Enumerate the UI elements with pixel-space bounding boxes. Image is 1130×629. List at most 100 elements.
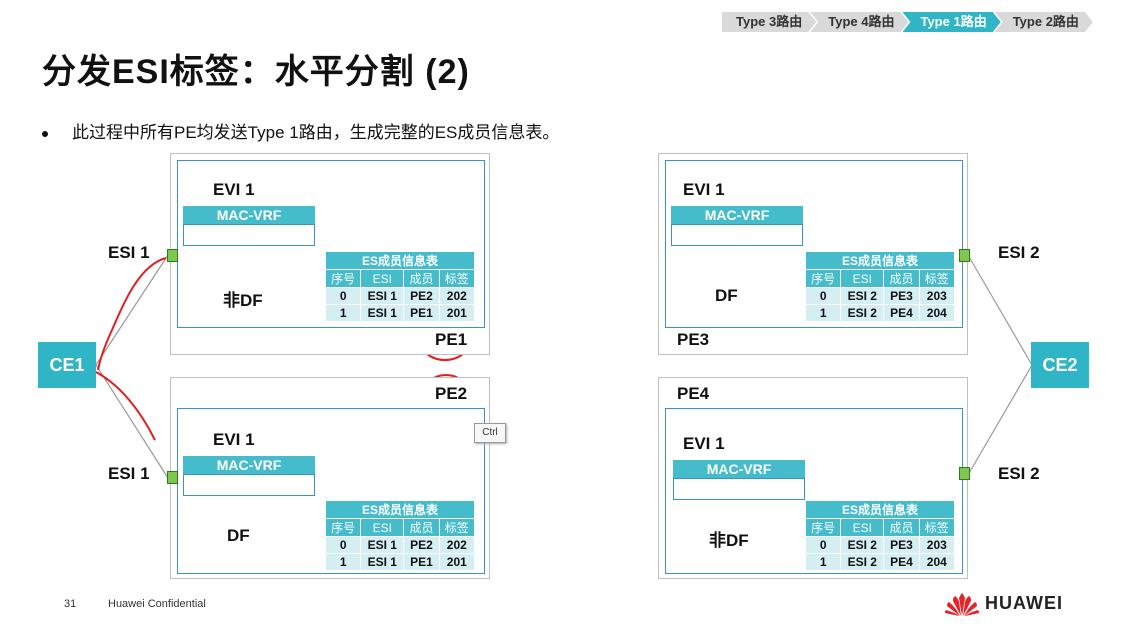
table-row: 1 ESI 2 PE4 204 (804, 304, 956, 322)
pe4-th-esi: ESI (840, 518, 885, 537)
pe1-th-label: 标签 (438, 269, 476, 288)
pe4-role: 非DF (709, 531, 749, 550)
table-cell: ESI 2 (840, 536, 885, 554)
pe4-mac-vrf-header: MAC-VRF (673, 460, 805, 478)
table-cell: ESI 2 (840, 304, 885, 322)
table-row: 0 ESI 1 PE2 202 (324, 287, 476, 305)
pe1-role: 非DF (223, 291, 263, 310)
pe2-th-member: 成员 (403, 518, 440, 537)
link-ce1-pe2 (95, 364, 169, 479)
pe2-name: PE2 (435, 384, 468, 403)
table-row: 0 ESI 2 PE3 203 (804, 536, 956, 554)
table-cell: 1 (804, 553, 842, 571)
pe1-th-index: 序号 (324, 269, 362, 288)
ce2-node: CE2 (1031, 342, 1089, 388)
pe2-mac-vrf-body (183, 474, 315, 496)
pe3-name: PE3 (677, 330, 710, 349)
table-cell: 0 (324, 536, 362, 554)
pe3-mac-vrf-body (671, 224, 803, 246)
brand-name: HUAWEI (985, 593, 1063, 613)
ctrl-tooltip: Ctrl (474, 423, 506, 443)
table-cell: PE3 (883, 287, 920, 305)
pe4-box: PE4 EVI 1 MAC-VRF 非DF ES成员信息表 序号 ESI 成员 … (658, 377, 968, 579)
table-row: 1 ESI 2 PE4 204 (804, 553, 956, 571)
pe4-name: PE4 (677, 384, 710, 403)
pe4-port-icon (959, 467, 970, 480)
table-cell: 201 (438, 553, 476, 571)
pe3-th-esi: ESI (840, 269, 885, 288)
pe1-th-member: 成员 (403, 269, 440, 288)
table-cell: ESI 1 (360, 553, 405, 571)
table-cell: 1 (804, 304, 842, 322)
pe2-table-title: ES成员信息表 (325, 500, 475, 519)
table-row: 1 ESI 1 PE1 201 (324, 553, 476, 571)
pe4-th-label: 标签 (918, 518, 956, 537)
table-cell: 201 (438, 304, 476, 322)
table-cell: 0 (804, 536, 842, 554)
table-cell: 202 (438, 287, 476, 305)
pe3-mac-vrf-header: MAC-VRF (671, 206, 803, 224)
esi-label-left-bottom: ESI 1 (108, 464, 150, 483)
pe3-th-index: 序号 (804, 269, 842, 288)
pe2-th-index: 序号 (324, 518, 362, 537)
pe1-th-esi: ESI (360, 269, 405, 288)
pe4-es-table: ES成员信息表 序号 ESI 成员 标签 0 ESI 2 PE3 203 1 E… (804, 500, 956, 571)
table-cell: ESI 1 (360, 287, 405, 305)
pe3-table-title: ES成员信息表 (805, 251, 955, 270)
pe2-box: PE2 EVI 1 MAC-VRF DF ES成员信息表 序号 ESI 成员 标… (170, 377, 490, 579)
pe1-mac-vrf-body (183, 224, 315, 246)
table-row: 0 ESI 1 PE2 202 (324, 536, 476, 554)
pe3-es-table: ES成员信息表 序号 ESI 成员 标签 0 ESI 2 PE3 203 1 E… (804, 251, 956, 322)
table-cell: PE4 (883, 304, 920, 322)
pe1-box: EVI 1 MAC-VRF 非DF ES成员信息表 序号 ESI 成员 标签 0… (170, 153, 490, 355)
table-cell: 203 (918, 287, 956, 305)
table-cell: 1 (324, 304, 362, 322)
pe3-mac-vrf: MAC-VRF (671, 206, 803, 246)
table-row: 1 ESI 1 PE1 201 (324, 304, 476, 322)
page-number: 31 (64, 598, 77, 610)
table-cell: 0 (324, 287, 362, 305)
pe2-port-icon (167, 471, 178, 484)
ce1-node: CE1 (38, 342, 96, 388)
pe3-box: EVI 1 MAC-VRF DF ES成员信息表 序号 ESI 成员 标签 0 … (658, 153, 968, 355)
pe3-th-label: 标签 (918, 269, 956, 288)
table-cell: 202 (438, 536, 476, 554)
pe2-role: DF (227, 526, 250, 545)
pe1-evi-label: EVI 1 (213, 180, 255, 199)
pe2-evi-label: EVI 1 (213, 430, 255, 449)
pe4-th-index: 序号 (804, 518, 842, 537)
table-cell: PE2 (403, 536, 440, 554)
table-cell: PE4 (883, 553, 920, 571)
esi-label-right-bottom: ESI 2 (998, 464, 1040, 483)
table-cell: ESI 1 (360, 536, 405, 554)
table-cell: 204 (918, 553, 956, 571)
pe1-es-table: ES成员信息表 序号 ESI 成员 标签 0 ESI 1 PE2 202 1 E… (324, 251, 476, 322)
pe4-table-title: ES成员信息表 (805, 500, 955, 519)
pe2-mac-vrf-header: MAC-VRF (183, 456, 315, 474)
pe1-name: PE1 (435, 330, 468, 349)
table-cell: 1 (324, 553, 362, 571)
link-ce1-pe1 (95, 254, 169, 366)
pe2-th-label: 标签 (438, 518, 476, 537)
pe2-es-table: ES成员信息表 序号 ESI 成员 标签 0 ESI 1 PE2 202 1 E… (324, 500, 476, 571)
pe2-th-esi: ESI (360, 518, 405, 537)
pe4-evi-label: EVI 1 (683, 434, 725, 453)
pe1-port-icon (167, 249, 178, 262)
pe2-mac-vrf: MAC-VRF (183, 456, 315, 496)
pe1-mac-vrf-header: MAC-VRF (183, 206, 315, 224)
annotation-stroke-lower (95, 371, 156, 441)
annotation-stroke-upper (97, 257, 167, 371)
pe1-table-title: ES成员信息表 (325, 251, 475, 270)
table-cell: ESI 2 (840, 553, 885, 571)
link-pe3-ce2 (967, 254, 1033, 366)
pe4-mac-vrf-body (673, 478, 805, 500)
confidential-label: Huawei Confidential (108, 598, 206, 610)
pe4-mac-vrf: MAC-VRF (673, 460, 805, 500)
huawei-logo-icon (945, 593, 979, 616)
table-cell: PE1 (403, 304, 440, 322)
table-cell: PE3 (883, 536, 920, 554)
pe4-th-member: 成员 (883, 518, 920, 537)
pe3-role: DF (715, 286, 738, 305)
pe3-evi-label: EVI 1 (683, 180, 725, 199)
table-row: 0 ESI 2 PE3 203 (804, 287, 956, 305)
